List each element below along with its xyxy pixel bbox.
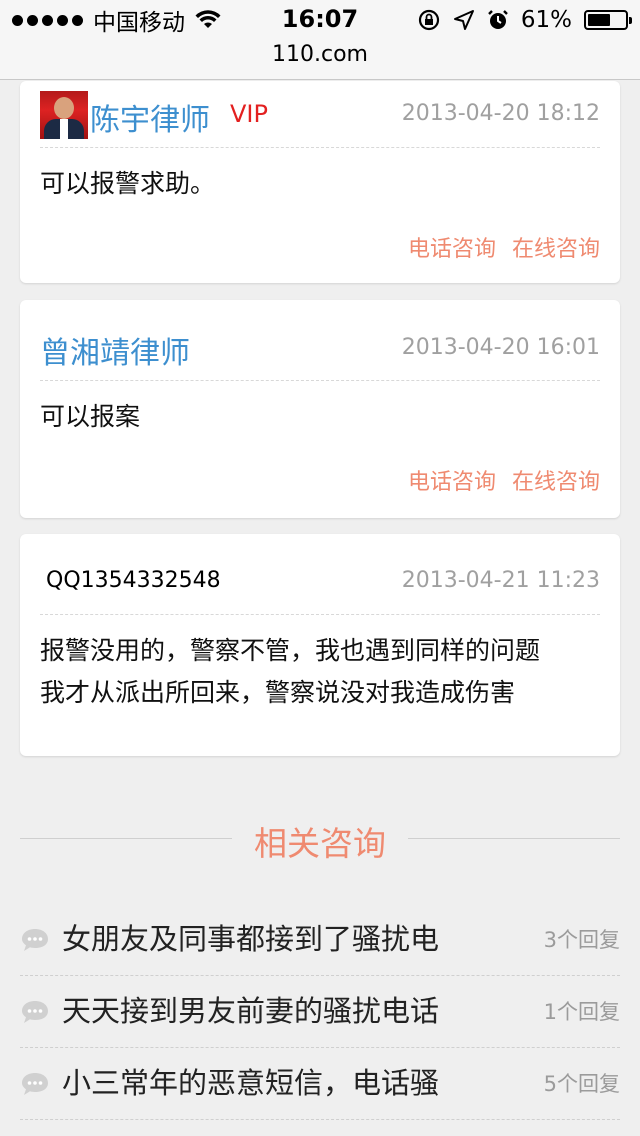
reply-count: 3个回复 xyxy=(543,928,620,952)
online-consult-link[interactable]: 在线咨询 xyxy=(512,464,600,496)
answer-timestamp: 2013-04-20 16:01 xyxy=(401,335,600,360)
reply-count: 1个回复 xyxy=(543,1000,620,1024)
answer-content: 报警没用的，警察不管，我也遇到同样的问题 我才从派出所回来，警察说没对我造成伤害 xyxy=(40,630,600,714)
related-section-title: 相关咨询 xyxy=(0,812,640,863)
rotation-lock-icon xyxy=(418,9,439,31)
answer-timestamp: 2013-04-20 18:12 xyxy=(401,101,600,126)
answer-card: QQ1354332548 2013-04-21 11:23 报警没用的，警察不管… xyxy=(20,534,620,756)
comment-bubble-icon xyxy=(22,1001,48,1023)
phone-consult-link[interactable]: 电话咨询 xyxy=(408,464,496,496)
related-item[interactable]: 天天接到男友前妻的骚扰电话 1个回复 xyxy=(20,976,620,1048)
lawyer-name[interactable]: 陈宇律师 xyxy=(90,95,210,139)
answer-content: 可以报警求助。 xyxy=(40,169,216,198)
related-item[interactable]: 女朋友及同事都接到了骚扰电 3个回复 xyxy=(20,904,620,976)
answer-content: 可以报案 xyxy=(40,402,141,431)
related-question[interactable]: 小三常年的恶意短信，电话骚 xyxy=(62,1060,439,1102)
user-name: QQ1354332548 xyxy=(46,568,221,593)
answer-timestamp: 2013-04-21 11:23 xyxy=(401,568,600,593)
related-question[interactable]: 天天接到男友前妻的骚扰电话 xyxy=(62,988,439,1030)
alarm-icon xyxy=(488,10,508,29)
related-question[interactable]: 女朋友及同事都接到了骚扰电 xyxy=(62,916,439,958)
related-title-text: 相关咨询 xyxy=(254,824,386,863)
phone-consult-link[interactable]: 电话咨询 xyxy=(408,231,496,263)
related-item[interactable]: 小三常年的恶意短信，电话骚 5个回复 xyxy=(20,1048,620,1120)
answer-card: 曾湘靖律师 2013-04-20 16:01 可以报案 电话咨询 在线咨询 xyxy=(20,300,620,518)
answer-line: 报警没用的，警察不管，我也遇到同样的问题 xyxy=(40,636,541,665)
reply-count: 5个回复 xyxy=(543,1072,620,1096)
answer-header: 曾湘靖律师 2013-04-20 16:01 xyxy=(40,300,600,381)
lawyer-name[interactable]: 曾湘靖律师 xyxy=(40,328,190,372)
lawyer-avatar[interactable] xyxy=(40,91,88,139)
location-arrow-icon xyxy=(453,10,474,30)
battery-icon xyxy=(584,10,632,30)
answer-header: QQ1354332548 2013-04-21 11:23 xyxy=(40,534,600,615)
comment-bubble-icon xyxy=(22,929,48,951)
comment-bubble-icon xyxy=(22,1073,48,1095)
status-right: 61% xyxy=(417,6,632,34)
url-domain: 110.com xyxy=(272,42,368,67)
answer-card: 陈宇律师 VIP 2013-04-20 18:12 可以报警求助。 电话咨询 在… xyxy=(20,81,620,283)
vip-badge: VIP xyxy=(230,100,268,128)
battery-percentage: 61% xyxy=(520,7,572,33)
online-consult-link[interactable]: 在线咨询 xyxy=(512,231,600,263)
answer-header: 陈宇律师 VIP 2013-04-20 18:12 xyxy=(40,81,600,148)
answer-actions: 电话咨询 在线咨询 xyxy=(408,231,600,263)
divider xyxy=(408,838,620,839)
status-bar: 中国移动 16:07 61% xyxy=(0,0,640,40)
answer-line: 我才从派出所回来，警察说没对我造成伤害 xyxy=(40,678,516,707)
url-bar[interactable]: 110.com xyxy=(0,40,640,80)
answer-actions: 电话咨询 在线咨询 xyxy=(408,464,600,496)
